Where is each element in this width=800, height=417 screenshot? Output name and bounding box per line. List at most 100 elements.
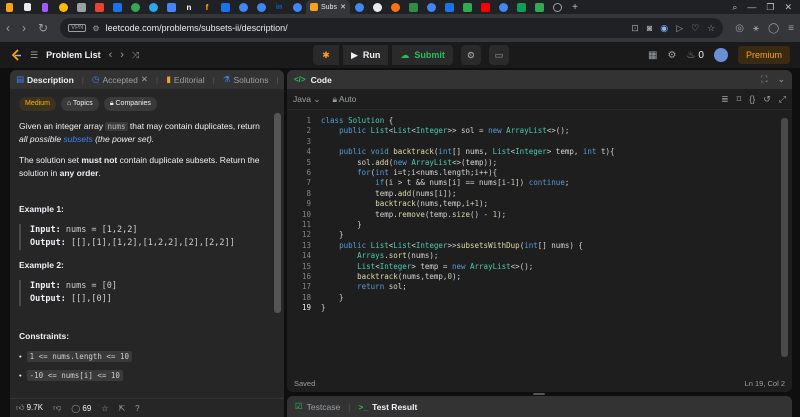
tab-icon-youtube[interactable] <box>476 0 494 14</box>
editor-scrollbar[interactable] <box>781 118 788 357</box>
tab-icon-google-3[interactable] <box>252 0 270 14</box>
tab-icon-google-2[interactable] <box>234 0 252 14</box>
back-icon[interactable]: ‹ <box>6 22 10 34</box>
code-line[interactable]: backtrack(nums,temp,i+1); <box>321 199 488 208</box>
code-line[interactable]: public List<List<Integer>> sol = new Arr… <box>321 126 569 135</box>
subsets-link[interactable]: subsets <box>63 134 92 144</box>
braces-icon[interactable]: {} <box>749 94 755 105</box>
problem-list-icon[interactable]: ☰ <box>30 50 38 61</box>
tab-icon-orange[interactable] <box>386 0 404 14</box>
bookmark-star-icon[interactable]: ☆ <box>707 23 715 34</box>
translate-icon[interactable]: ⊡ <box>631 23 639 34</box>
submit-button[interactable]: ☁ Submit <box>392 45 453 65</box>
send-icon[interactable]: ▷ <box>676 23 683 34</box>
format-code-icon[interactable]: ≣ <box>721 94 729 105</box>
tab-icon-github-2[interactable] <box>368 0 386 14</box>
tab-icon-green-1[interactable] <box>126 0 144 14</box>
tab-accepted[interactable]: ◷ Accepted ✕ <box>92 74 148 85</box>
vpn-badge[interactable]: VPN <box>68 24 87 32</box>
tab-icon-figma[interactable] <box>36 0 54 14</box>
tab-icon-extra-1[interactable] <box>440 0 458 14</box>
tab-testcase[interactable]: ☑ Testcase <box>295 401 340 412</box>
topics-chip[interactable]: ⌂ Topics <box>60 97 99 111</box>
shield-icon[interactable]: ◉ <box>660 23 668 34</box>
tab-icon-ms[interactable] <box>216 0 234 14</box>
tab-icon-google-7[interactable] <box>494 0 512 14</box>
tab-icon-yellow[interactable] <box>54 0 72 14</box>
tab-solutions[interactable]: ⚗ Solutions <box>223 74 269 85</box>
tab-icon-google-1[interactable] <box>162 0 180 14</box>
tab-icon-gfg[interactable] <box>404 0 422 14</box>
settings-gear-icon[interactable]: ⚙ <box>667 50 676 61</box>
maximize-panel-icon[interactable]: ⛶ <box>761 74 767 85</box>
difficulty-badge[interactable]: Medium <box>19 97 56 111</box>
fullscreen-icon[interactable]: ⤢ <box>779 94 786 105</box>
tab-icon-sheets[interactable] <box>512 0 530 14</box>
collapse-panel-icon[interactable]: ⌄ <box>777 74 785 85</box>
maximize-icon[interactable]: ❐ <box>766 2 774 13</box>
code-line[interactable]: for(int i=t;i<nums.length;i++){ <box>321 168 497 177</box>
run-button[interactable]: ▶ Run <box>343 45 389 65</box>
url-text[interactable]: leetcode.com/problems/subsets-ii/descrip… <box>106 23 288 33</box>
reset-code-icon[interactable]: ↺ <box>763 94 771 105</box>
tab-icon-extra-2[interactable] <box>458 0 476 14</box>
tab-icon-google-5[interactable] <box>350 0 368 14</box>
heart-icon[interactable]: ♡ <box>691 23 699 34</box>
problem-list-link[interactable]: Problem List <box>46 50 101 60</box>
browser-menu-icon[interactable]: ≡ <box>788 23 794 34</box>
auto-complete-toggle[interactable]: 🔒︎ Auto <box>332 94 356 105</box>
code-line[interactable]: } <box>321 303 326 312</box>
code-line[interactable]: } <box>321 293 344 302</box>
code-line[interactable]: temp.add(nums[i]); <box>321 189 456 198</box>
favorite-star-icon[interactable]: ☆ <box>101 404 108 413</box>
tab-test-result[interactable]: >_ Test Result <box>358 402 417 412</box>
tab-close-icon[interactable]: ✕ <box>340 3 346 11</box>
profile-icon[interactable]: ◯ <box>768 23 779 34</box>
close-window-icon[interactable]: ✕ <box>784 2 792 13</box>
prev-problem-icon[interactable]: ‹ <box>109 49 113 61</box>
tab-icon-f[interactable]: f <box>198 0 216 14</box>
new-tab-button[interactable]: + <box>566 0 584 14</box>
dislike-icon[interactable]: 👎︎ <box>53 403 61 413</box>
minimize-icon[interactable]: — <box>747 2 756 12</box>
extensions-puzzle-icon[interactable]: ⚹ <box>753 23 759 34</box>
reload-icon[interactable]: ↻ <box>38 22 48 34</box>
tab-icon-notion[interactable]: n <box>180 0 198 14</box>
tab-icon-gmail[interactable] <box>90 0 108 14</box>
search-tabs-icon[interactable]: ⌕ <box>732 2 737 13</box>
comments-button[interactable]: ◯ 69 <box>71 404 91 413</box>
address-bar[interactable]: VPN ⚙ leetcode.com/problems/subsets-ii/d… <box>60 18 724 38</box>
code-line[interactable]: if(i > t && nums[i] == nums[i-1]) contin… <box>321 178 569 187</box>
language-select[interactable]: Java ⌄ <box>293 94 320 105</box>
code-line[interactable]: Arrays.sort(nums); <box>321 251 438 260</box>
code-line[interactable]: return sol; <box>321 282 407 291</box>
tab-icon-trophy[interactable] <box>18 0 36 14</box>
layout-grid-icon[interactable]: ▦ <box>648 50 657 61</box>
active-browser-tab[interactable]: Subs ✕ <box>306 0 350 14</box>
debugger-button[interactable]: ✱ <box>313 45 339 65</box>
shuffle-icon[interactable]: ⤨ <box>132 50 139 61</box>
share-icon[interactable]: ⇱ <box>118 404 125 413</box>
code-line[interactable]: temp.remove(temp.size() - 1); <box>321 210 506 219</box>
tab-icon-telegram[interactable] <box>144 0 162 14</box>
tab-icon-google-4[interactable] <box>288 0 306 14</box>
resize-handle[interactable] <box>533 393 545 395</box>
premium-button[interactable]: Premium <box>737 46 790 64</box>
code-line[interactable]: public List<List<Integer>>subsetsWithDup… <box>321 241 583 250</box>
tab-editorial[interactable]: ▮ Editorial <box>166 74 204 85</box>
tab-icon-linkedin[interactable]: in <box>270 0 288 14</box>
site-info-icon[interactable]: ⚙ <box>92 24 99 33</box>
companies-chip[interactable]: 🔒︎ Companies <box>103 97 157 111</box>
code-line[interactable]: } <box>321 220 362 229</box>
code-line[interactable]: sol.add(new ArrayList<>(temp)); <box>321 158 497 167</box>
leetcode-tab-icon[interactable] <box>0 0 18 14</box>
like-button[interactable]: 👍︎ 9.7K <box>16 403 43 413</box>
help-icon[interactable]: ? <box>135 404 139 413</box>
timer-button[interactable]: ⏲ <box>460 45 481 65</box>
code-editor[interactable]: 1 class Solution {2 public List<List<Inte… <box>287 110 782 365</box>
notes-button[interactable]: ▭ <box>488 45 509 65</box>
code-line[interactable]: public void backtrack(int[] nums, List<I… <box>321 147 614 156</box>
tab-icon-blue[interactable] <box>108 0 126 14</box>
description-scrollbar[interactable] <box>274 113 281 313</box>
code-line[interactable]: class Solution { <box>321 116 393 125</box>
